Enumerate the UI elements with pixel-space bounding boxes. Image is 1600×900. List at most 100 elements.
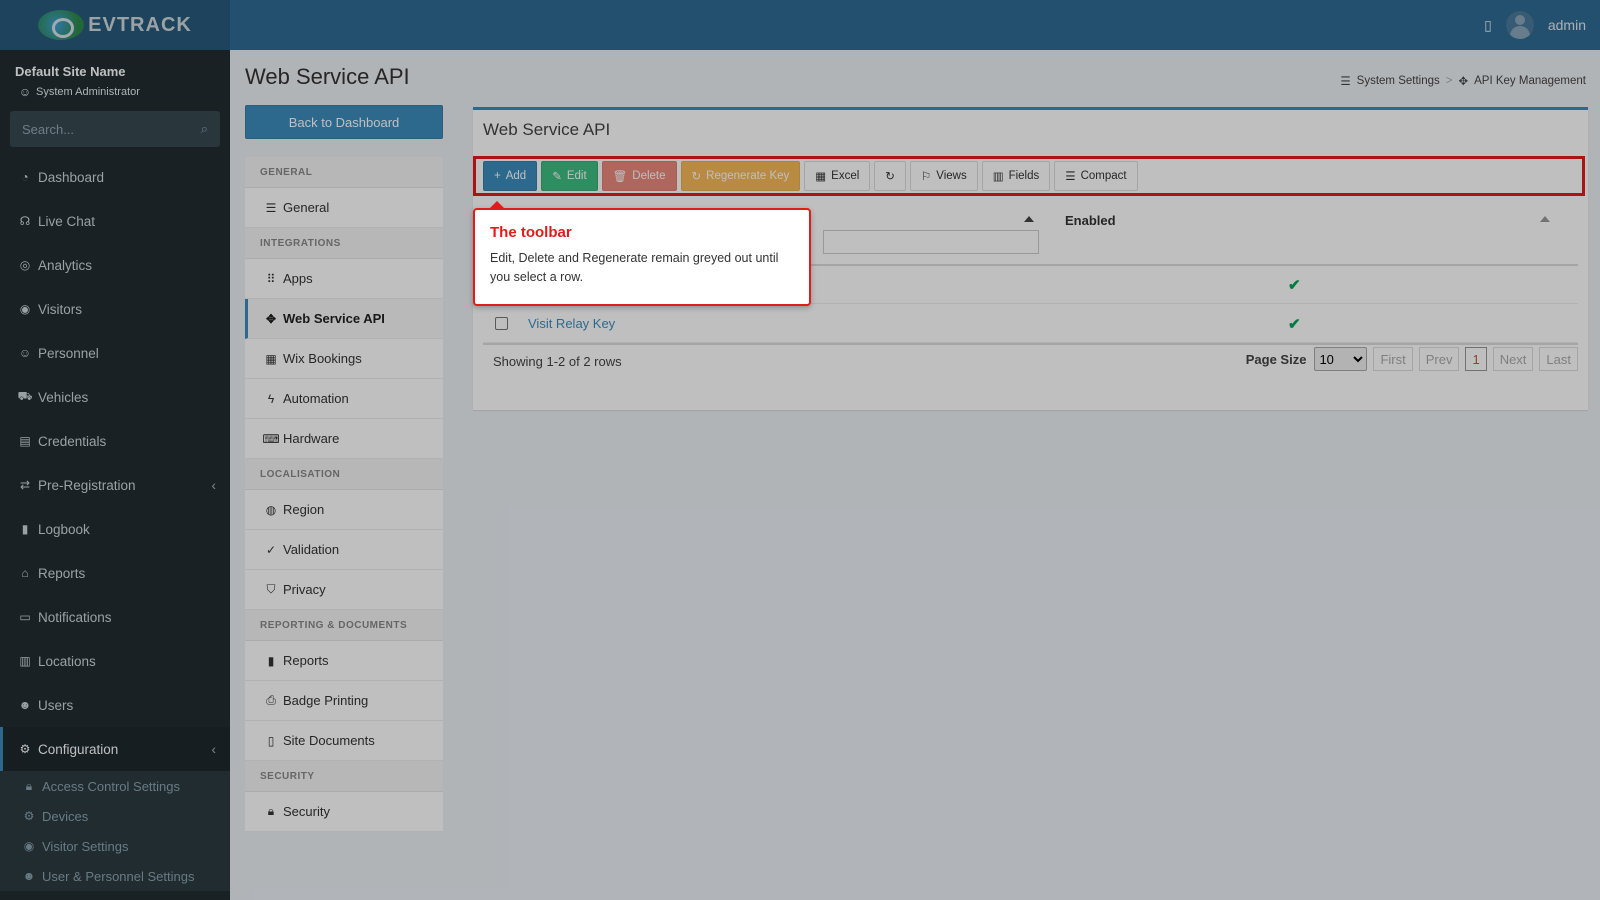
- lines-icon: ☰: [1065, 171, 1076, 183]
- row-checkbox[interactable]: [495, 317, 508, 330]
- settings-item-hardware[interactable]: ⌨ Hardware: [245, 419, 443, 459]
- brand-name: EVTRACK: [88, 13, 192, 36]
- settings-item-validation[interactable]: ✓ Validation: [245, 530, 443, 570]
- users-icon: ☻: [18, 698, 32, 712]
- compact-button[interactable]: ☰ Compact: [1054, 161, 1138, 191]
- settings-item-badge-printing[interactable]: ⎙ Badge Printing: [245, 681, 443, 721]
- chart-icon: ⌂: [21, 566, 29, 580]
- headset-icon: ☊: [19, 214, 31, 228]
- refresh-button[interactable]: ↻: [874, 161, 906, 191]
- nav-visitors[interactable]: ◉ Visitors: [0, 287, 230, 331]
- lock-icon: 🔒︎: [267, 804, 275, 818]
- current-page-button[interactable]: 1: [1465, 347, 1487, 371]
- edit-button[interactable]: ✎ Edit: [541, 161, 598, 191]
- table-icon: ▦: [815, 171, 827, 183]
- subnav-visitor-settings[interactable]: ◉ Visitor Settings: [0, 831, 230, 861]
- sort-asc-icon[interactable]: [1024, 216, 1034, 222]
- book-icon: ▮: [21, 522, 29, 536]
- name-filter-input[interactable]: [823, 230, 1039, 254]
- target-icon: ◎: [19, 258, 31, 272]
- views-button[interactable]: ⚐ Views: [909, 161, 978, 191]
- nav-credentials[interactable]: ▤ Credentials: [0, 419, 230, 463]
- exchange-icon: ⇄: [19, 478, 31, 492]
- dashboard-icon: ◔: [21, 170, 29, 184]
- nav-logbook[interactable]: ▮ Logbook: [0, 507, 230, 551]
- nav-vehicles[interactable]: ⛟ Vehicles: [0, 375, 230, 419]
- search-icon[interactable]: ⌕: [201, 121, 208, 137]
- columns-icon: ▥: [992, 171, 1004, 183]
- settings-item-region[interactable]: ◍ Region: [245, 490, 443, 530]
- top-navbar: EVTRACK ▯ admin: [0, 0, 1600, 50]
- tooltip-title: The toolbar: [490, 224, 572, 241]
- tooltip-body: Edit, Delete and Regenerate remain greye…: [490, 251, 779, 284]
- back-to-dashboard-button[interactable]: Back to Dashboard: [245, 105, 443, 139]
- add-button[interactable]: + Add: [483, 161, 538, 191]
- pencil-icon: ✎: [552, 171, 562, 183]
- document-icon: ▯: [267, 733, 275, 748]
- user-role: System Administrator: [36, 86, 140, 98]
- sort-asc-icon[interactable]: [1540, 216, 1550, 222]
- nav-personnel[interactable]: ☺ Personnel: [0, 331, 230, 375]
- next-page-button[interactable]: Next: [1492, 347, 1534, 371]
- breadcrumb-system-settings[interactable]: System Settings: [1357, 75, 1440, 87]
- settings-item-web-service-api[interactable]: ✥ Web Service API: [245, 299, 443, 339]
- sidebar: Default Site Name ☺ System Administrator …: [0, 50, 230, 900]
- logo-area[interactable]: EVTRACK: [0, 0, 230, 50]
- eye-icon: ◉: [23, 839, 35, 853]
- plus-icon: +: [494, 170, 501, 182]
- settings-item-apps[interactable]: ⠿ Apps: [245, 259, 443, 299]
- nav-users[interactable]: ☻ Users: [0, 683, 230, 727]
- regenerate-key-button[interactable]: ↻ Regenerate Key: [680, 161, 801, 191]
- refresh-icon: ↻: [885, 171, 895, 183]
- nav-configuration[interactable]: ⚙ Configuration ‹: [0, 727, 230, 771]
- fields-button[interactable]: ▥ Fields: [981, 161, 1051, 191]
- subnav-devices[interactable]: ⚙ Devices: [0, 801, 230, 831]
- delete-button[interactable]: 🗑︎ Delete: [601, 161, 677, 191]
- nav-analytics[interactable]: ◎ Analytics: [0, 243, 230, 287]
- user-name[interactable]: admin: [1548, 17, 1586, 33]
- settings-item-general[interactable]: ☰ General: [245, 188, 443, 228]
- excel-button[interactable]: ▦ Excel: [804, 161, 871, 191]
- nav-reports[interactable]: ⌂ Reports: [0, 551, 230, 595]
- breadcrumb: ☰ System Settings > ✥ API Key Management: [1340, 74, 1586, 88]
- row-name[interactable]: Visit Relay Key: [528, 316, 615, 331]
- prev-page-button[interactable]: Prev: [1418, 347, 1460, 371]
- settings-item-reports[interactable]: ▮ Reports: [245, 641, 443, 681]
- nav-locations[interactable]: ▥ Locations: [0, 639, 230, 683]
- bar-chart-icon: ▮: [267, 653, 275, 668]
- site-name: Default Site Name: [15, 64, 126, 79]
- section-header-reporting: REPORTING & DOCUMENTS: [245, 610, 443, 641]
- sidebar-search-input[interactable]: [22, 121, 172, 137]
- last-page-button[interactable]: Last: [1539, 347, 1578, 371]
- logo-mark-icon: [38, 10, 85, 40]
- building-icon[interactable]: ▯: [1484, 17, 1492, 34]
- users-icon: ☻: [22, 869, 36, 883]
- nav-live-chat[interactable]: ☊ Live Chat: [0, 199, 230, 243]
- gear-icon: ⚙: [19, 742, 31, 756]
- pager: Page Size 10 First Prev 1 Next Last: [1246, 347, 1578, 371]
- settings-item-site-documents[interactable]: ▯ Site Documents: [245, 721, 443, 761]
- settings-item-wix-bookings[interactable]: ▦ Wix Bookings: [245, 339, 443, 379]
- first-page-button[interactable]: First: [1373, 347, 1413, 371]
- tour-tooltip: The toolbar Edit, Delete and Regenerate …: [473, 201, 811, 306]
- breadcrumb-api-key-management[interactable]: API Key Management: [1474, 75, 1586, 87]
- breadcrumb-separator: >: [1445, 75, 1453, 87]
- settings-item-automation[interactable]: ϟ Automation: [245, 379, 443, 419]
- table-row[interactable]: Visit Relay Key ✔: [483, 305, 1578, 343]
- page-size-label: Page Size: [1245, 351, 1307, 367]
- lock-icon: 🔒︎: [25, 778, 33, 793]
- subnav-access-control[interactable]: 🔒︎ Access Control Settings: [0, 771, 230, 801]
- grid-icon: ⠿: [266, 271, 276, 286]
- settings-menu: GENERAL ☰ General INTEGRATIONS ⠿ Apps ✥ Web…: [245, 157, 443, 832]
- nav-dashboard[interactable]: ◔ Dashboard: [0, 155, 230, 199]
- settings-item-security[interactable]: 🔒︎ Security: [245, 792, 443, 832]
- section-header-security: SECURITY: [245, 761, 443, 792]
- nav-notifications[interactable]: ▭ Notifications: [0, 595, 230, 639]
- settings-item-privacy[interactable]: ⛉ Privacy: [245, 570, 443, 610]
- page-title: Web Service API: [245, 64, 410, 89]
- column-header-enabled[interactable]: Enabled: [1065, 213, 1116, 228]
- page-size-select[interactable]: 10: [1314, 347, 1368, 371]
- subnav-user-personnel-settings[interactable]: ☻ User & Personnel Settings: [0, 861, 230, 891]
- user-avatar[interactable]: [1505, 11, 1534, 39]
- nav-pre-registration[interactable]: ⇄ Pre-Registration ‹: [0, 463, 230, 507]
